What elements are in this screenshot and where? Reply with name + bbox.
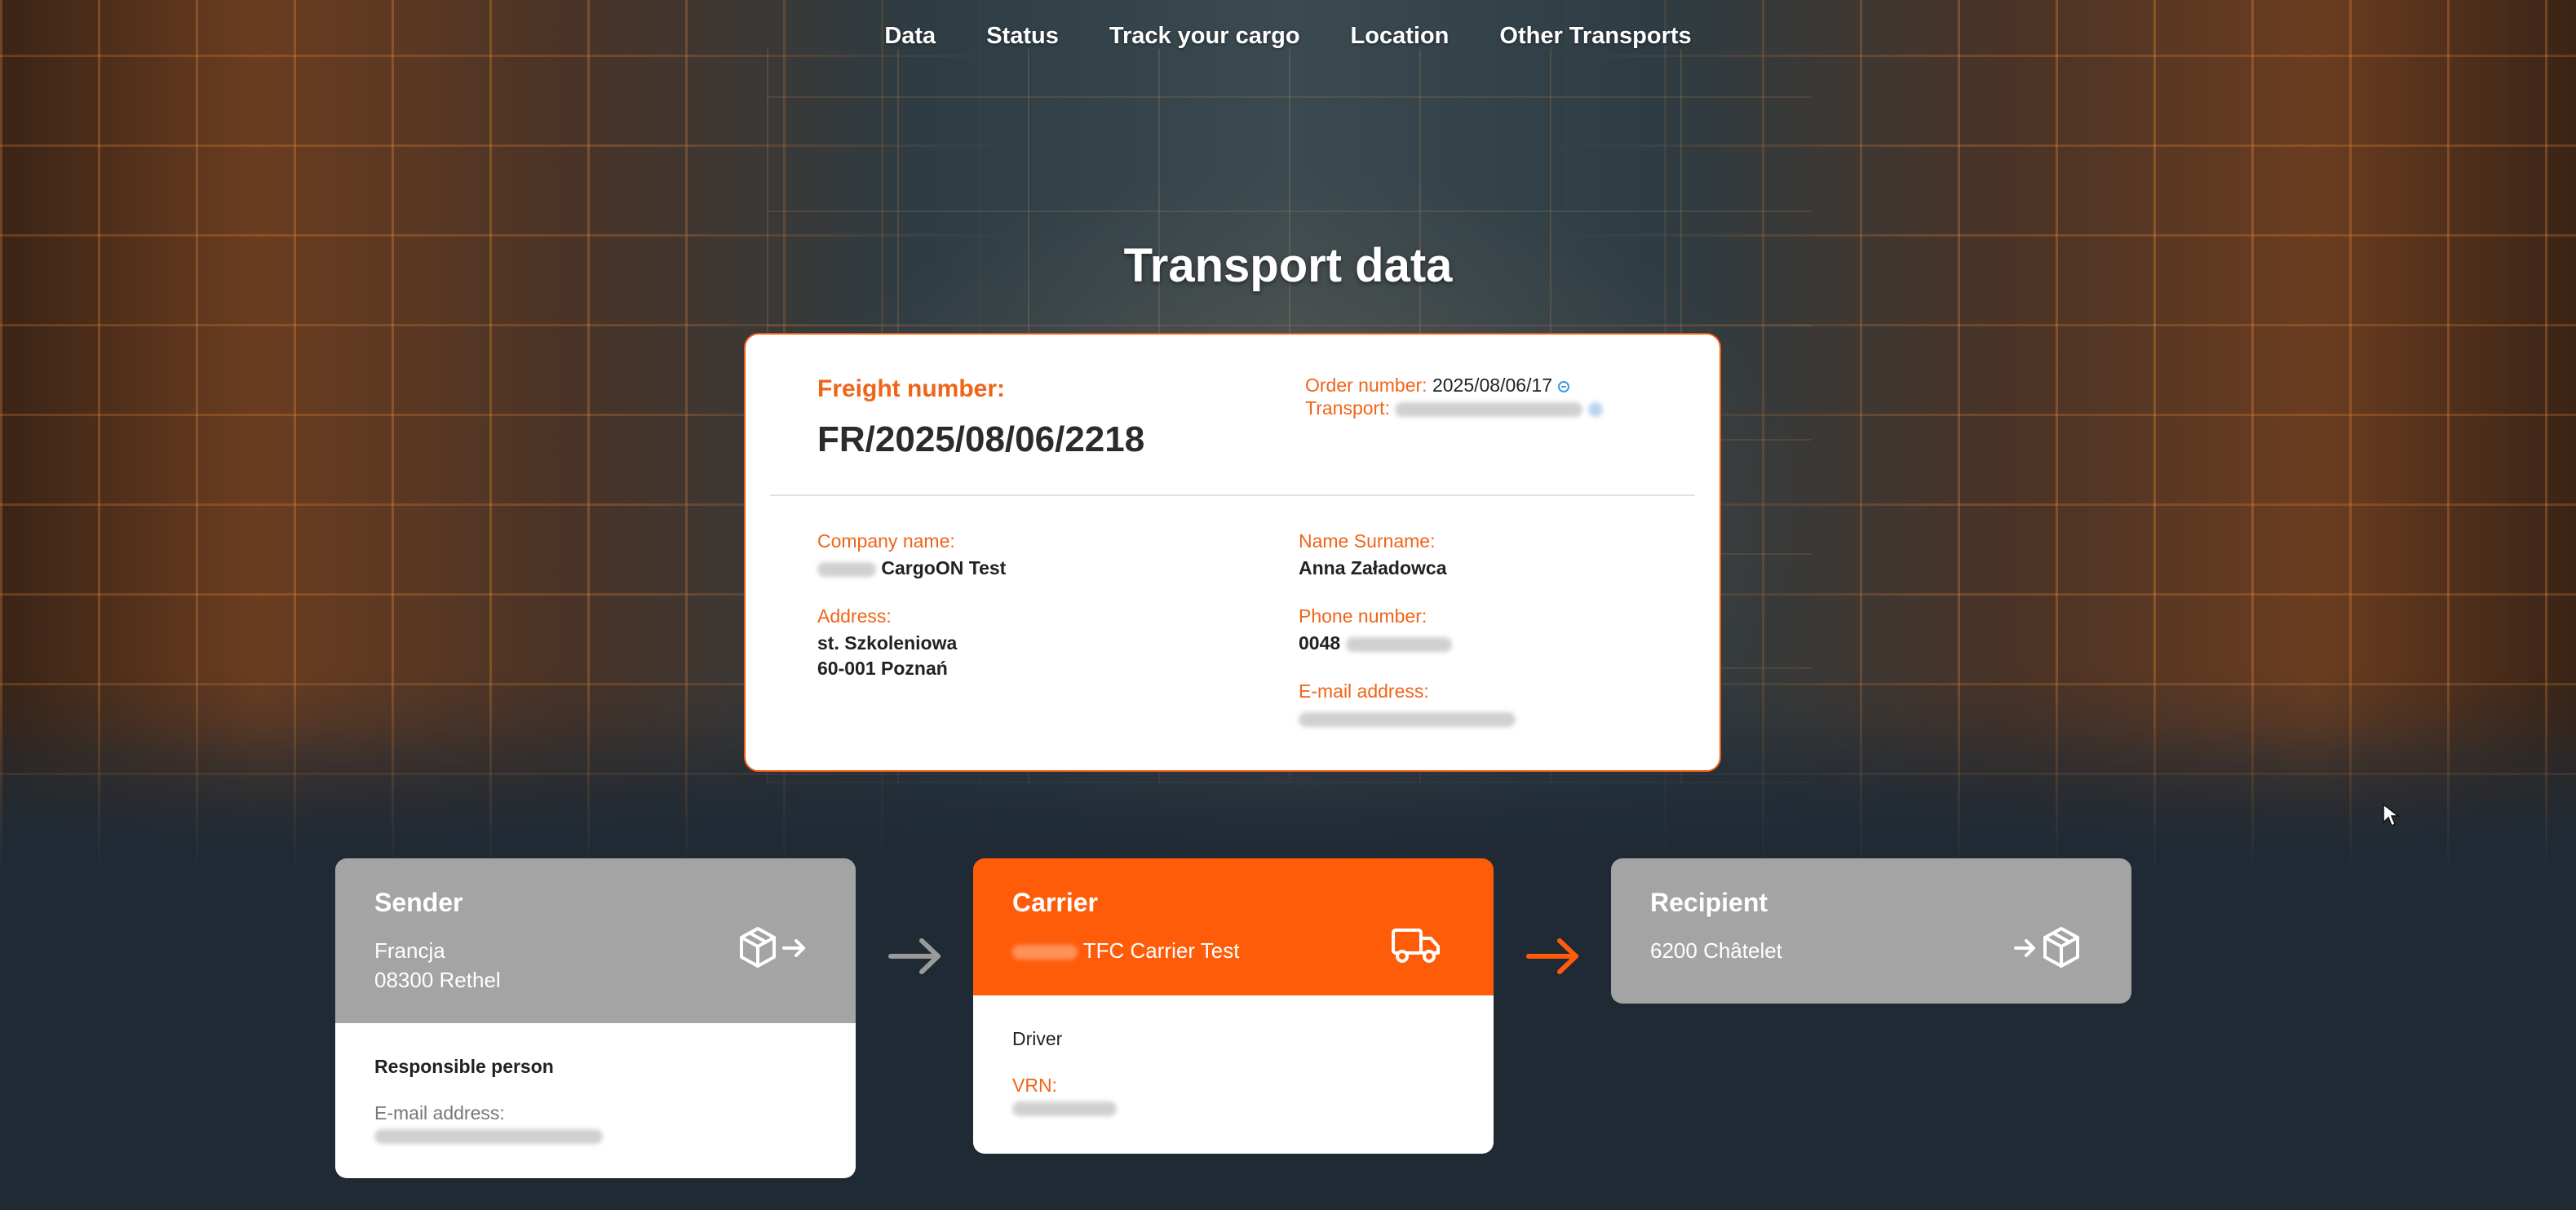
nav-item-data[interactable]: Data bbox=[884, 23, 936, 50]
address-field: Address: st. Szkoleniowa 60-001 Poznań bbox=[817, 605, 957, 681]
carrier-company-row: TFC Carrier Test bbox=[1012, 936, 1454, 965]
sender-card: Sender Francja 08300 Rethel Responsible … bbox=[335, 858, 856, 1178]
vrn-label: VRN: bbox=[1012, 1075, 1057, 1096]
order-info: Order number: 2025/08/06/17 Transport: bbox=[1305, 374, 1603, 419]
name-surname-field: Name Surname: Anna Załadowca bbox=[1299, 530, 1446, 581]
carrier-card-body: Driver VRN: bbox=[973, 995, 1494, 1154]
name-surname-label: Name Surname: bbox=[1299, 530, 1436, 552]
company-name-value: CargoON Test bbox=[881, 557, 1007, 578]
carrier-card: Carrier TFC Carrier Test Driver VRN: bbox=[973, 858, 1494, 1154]
package-send-icon bbox=[740, 927, 805, 968]
card-divider bbox=[770, 494, 1695, 496]
truck-icon bbox=[1392, 929, 1440, 963]
package-receive-icon bbox=[2014, 927, 2079, 968]
recipient-card: Recipient 6200 Châtelet bbox=[1611, 858, 2131, 1004]
order-number-value[interactable]: 2025/08/06/17 bbox=[1432, 375, 1552, 396]
transport-data-card: Freight number: FR/2025/08/06/2218 Order… bbox=[744, 333, 1721, 772]
transport-link-icon[interactable] bbox=[1587, 401, 1603, 417]
company-name-field: Company name: CargoON Test bbox=[817, 530, 1006, 581]
company-id-redacted bbox=[817, 561, 876, 577]
nav-item-track-cargo[interactable]: Track your cargo bbox=[1109, 23, 1300, 50]
address-label: Address: bbox=[817, 605, 892, 627]
freight-number-value: FR/2025/08/06/2218 bbox=[817, 419, 1145, 459]
carrier-company: TFC Carrier Test bbox=[1082, 938, 1240, 963]
responsible-person-title: Responsible person bbox=[374, 1056, 554, 1077]
arrow-right-icon bbox=[888, 938, 941, 974]
company-name-row: CargoON Test bbox=[817, 556, 1006, 581]
email-row bbox=[1299, 706, 1516, 731]
name-surname-value: Anna Załadowca bbox=[1299, 557, 1447, 578]
address-line2: 60-001 Poznań bbox=[817, 658, 948, 679]
arrow-right-orange-icon bbox=[1526, 938, 1578, 974]
nav-item-other-transports[interactable]: Other Transports bbox=[1499, 23, 1691, 50]
nav-item-location[interactable]: Location bbox=[1351, 23, 1450, 50]
recipient-title: Recipient bbox=[1650, 888, 1768, 917]
phone-row: 0048 bbox=[1299, 631, 1452, 656]
vrn-value-redacted bbox=[1012, 1101, 1117, 1116]
email-field: E-mail address: bbox=[1299, 680, 1516, 731]
carrier-title: Carrier bbox=[1012, 888, 1098, 917]
carrier-card-header: Carrier TFC Carrier Test bbox=[973, 858, 1494, 995]
freight-number-label: Freight number: bbox=[817, 375, 1005, 402]
top-nav: Data Status Track your cargo Location Ot… bbox=[0, 23, 2576, 50]
mouse-cursor-icon bbox=[2383, 803, 2400, 827]
phone-label: Phone number: bbox=[1299, 605, 1427, 627]
driver-title: Driver bbox=[1012, 1028, 1063, 1049]
nav-item-status[interactable]: Status bbox=[986, 23, 1059, 50]
sender-card-header: Sender Francja 08300 Rethel bbox=[335, 858, 856, 1023]
carrier-id-redacted bbox=[1012, 945, 1078, 960]
sender-email-label: E-mail address: bbox=[374, 1102, 505, 1124]
sender-email-redacted[interactable] bbox=[374, 1129, 603, 1144]
external-link-icon[interactable] bbox=[1557, 380, 1570, 393]
transport-value-redacted bbox=[1395, 401, 1583, 417]
sender-card-body: Responsible person E-mail address: bbox=[335, 1023, 856, 1178]
phone-field: Phone number: 0048 bbox=[1299, 605, 1452, 656]
page-title: Transport data bbox=[1123, 239, 1453, 292]
address-line1: st. Szkoleniowa bbox=[817, 632, 958, 654]
sender-title: Sender bbox=[374, 888, 463, 917]
company-name-label: Company name: bbox=[817, 530, 955, 552]
phone-prefix: 0048 bbox=[1299, 632, 1341, 654]
order-number-label: Order number: bbox=[1305, 375, 1427, 396]
email-label: E-mail address: bbox=[1299, 680, 1429, 702]
email-value-redacted[interactable] bbox=[1299, 711, 1516, 727]
transport-label: Transport: bbox=[1305, 397, 1390, 419]
recipient-card-header: Recipient 6200 Châtelet bbox=[1611, 858, 2131, 1004]
phone-number-redacted bbox=[1345, 636, 1452, 652]
